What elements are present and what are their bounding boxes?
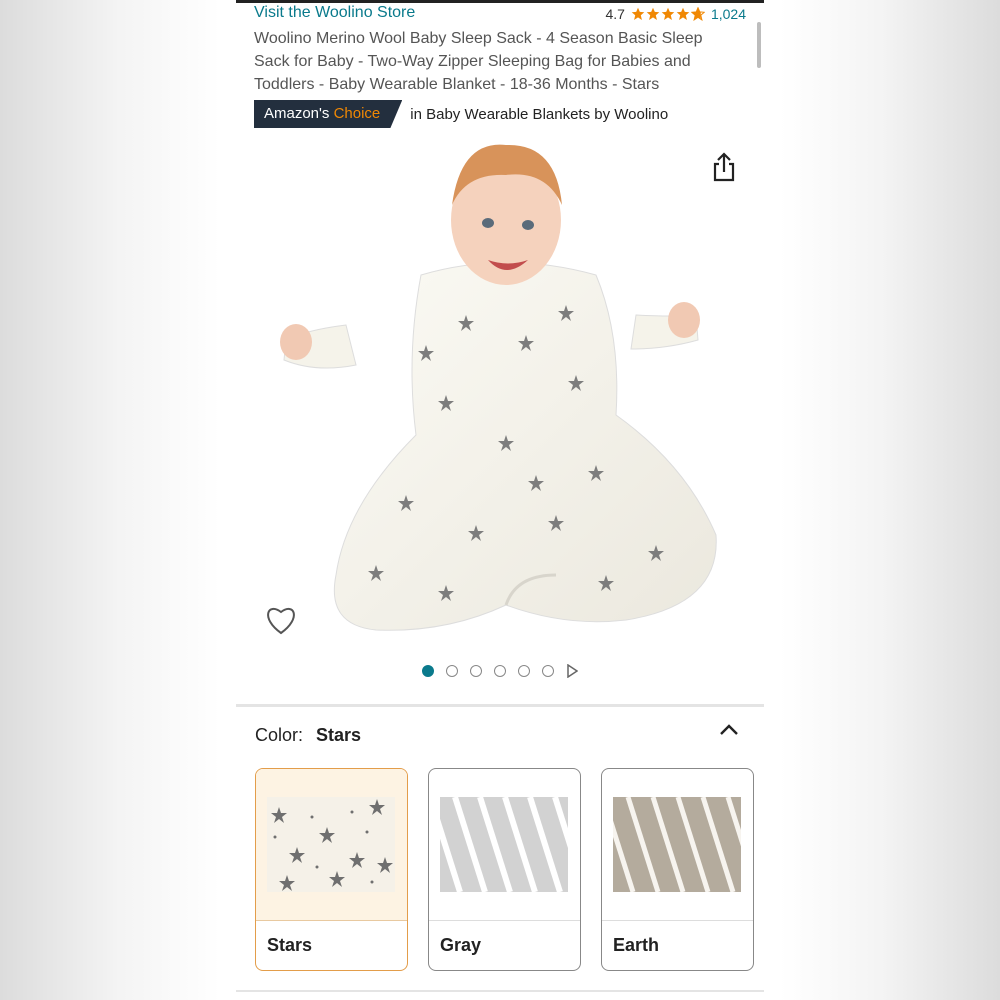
- scrollbar[interactable]: [757, 22, 761, 68]
- swatch-image-area: [602, 769, 753, 921]
- star-icon: [676, 7, 690, 20]
- swatch-image-area: [256, 769, 407, 921]
- amazons-choice-badge: Amazon's Choice: [254, 100, 403, 128]
- star-icon: [661, 7, 675, 20]
- star-icon: [646, 7, 660, 20]
- amazons-choice-row: Amazon's Choice in Baby Wearable Blanket…: [254, 100, 668, 128]
- swatch-label: Earth: [613, 935, 660, 955]
- gray-stripes-thumbnail: [440, 797, 568, 892]
- product-image[interactable]: [266, 135, 736, 645]
- rating-score: 4.7: [605, 6, 625, 22]
- store-link[interactable]: Visit the Woolino Store: [254, 4, 415, 22]
- rating-stars: [631, 7, 705, 21]
- stars-pattern-thumbnail: [267, 797, 395, 892]
- carousel-dot[interactable]: [446, 665, 458, 677]
- carousel-dot[interactable]: [542, 665, 554, 677]
- section-divider: [236, 704, 764, 707]
- half-star-icon: [690, 7, 705, 21]
- badge-accent: Choice: [333, 105, 381, 122]
- swatch-label: Gray: [440, 935, 482, 955]
- carousel-dot[interactable]: [518, 665, 530, 677]
- carousel-dot[interactable]: [494, 665, 506, 677]
- earth-stripes-thumbnail: [613, 797, 741, 892]
- badge-prefix: Amazon's: [264, 105, 330, 122]
- color-label: Color:: [255, 725, 304, 745]
- carousel-dot[interactable]: [422, 665, 434, 677]
- chevron-up-icon[interactable]: [718, 721, 740, 739]
- carousel-dot[interactable]: [470, 665, 482, 677]
- swatch-earth[interactable]: Earth: [601, 768, 754, 971]
- product-page: Visit the Woolino Store 4.7 1,024 Woolin…: [236, 0, 764, 1000]
- swatch-gray[interactable]: Gray: [428, 768, 581, 971]
- play-triangle-icon[interactable]: [566, 664, 578, 678]
- swatch-stars[interactable]: Stars: [255, 768, 408, 971]
- badge-category[interactable]: in Baby Wearable Blankets by Woolino: [410, 106, 668, 123]
- product-title: Woolino Merino Wool Baby Sleep Sack - 4 …: [254, 30, 703, 93]
- swatch-label: Stars: [267, 935, 313, 955]
- heart-icon[interactable]: [264, 604, 298, 636]
- status-bar-edge: [236, 0, 764, 3]
- color-selected-value: Stars: [316, 725, 362, 745]
- rating-count[interactable]: 1,024: [711, 6, 746, 22]
- rating-summary[interactable]: 4.7 1,024: [605, 6, 746, 22]
- color-swatches: Stars Gray Earth: [255, 768, 754, 971]
- section-divider: [236, 990, 764, 992]
- swatch-image-area: [429, 769, 580, 921]
- color-selector-label: Color: Stars: [255, 725, 361, 746]
- carousel-dots: [236, 664, 764, 678]
- star-icon: [631, 7, 645, 20]
